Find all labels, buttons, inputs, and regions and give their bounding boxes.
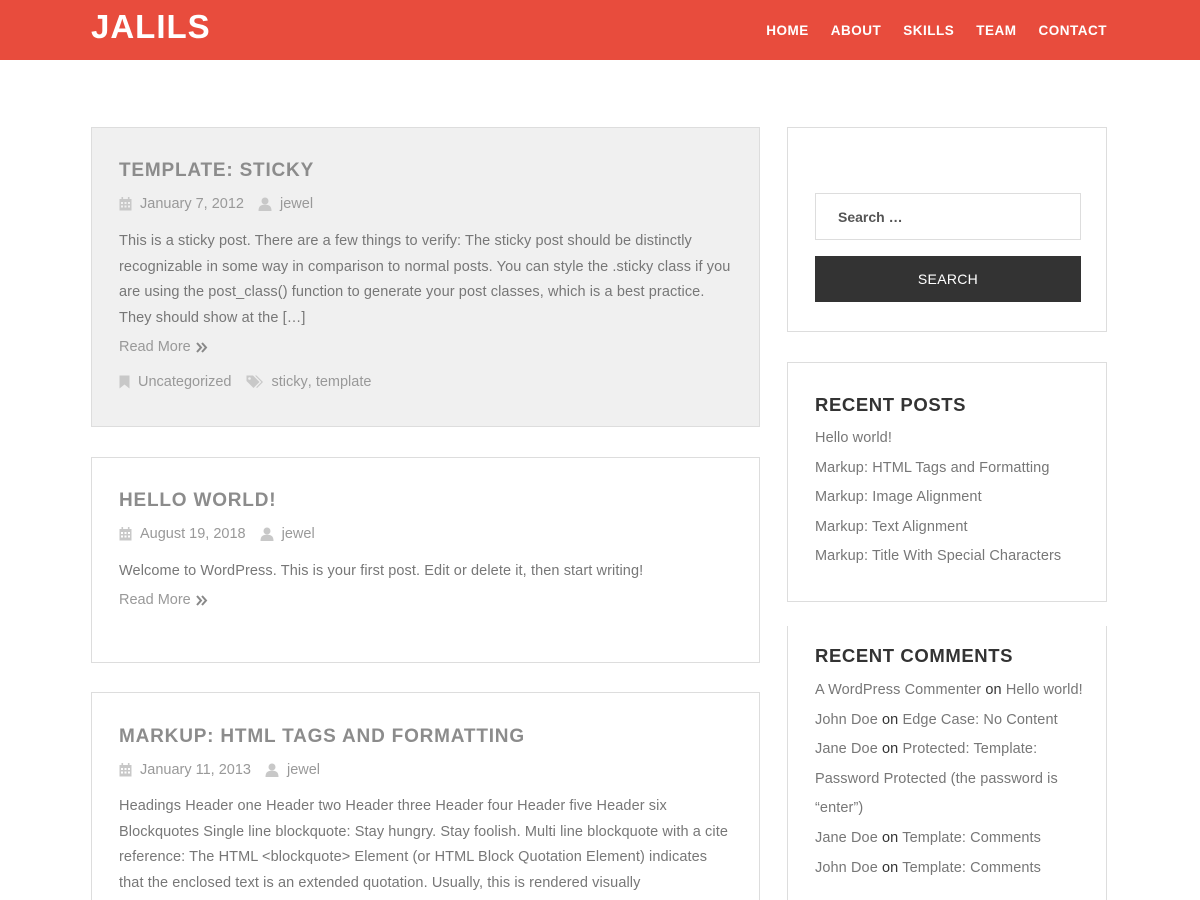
- recent-comment: Jane Doe on Template: Comments: [815, 824, 1085, 854]
- double-chevron-right-icon: [195, 341, 208, 353]
- double-chevron-right-icon: [195, 594, 208, 606]
- widget-title: RECENT POSTS: [815, 394, 967, 415]
- recent-post-link[interactable]: Hello world!: [815, 424, 1085, 454]
- post-card: HELLO WORLD! August 19, 2018 jewel Welco…: [91, 457, 760, 663]
- post-date[interactable]: January 11, 2013: [140, 762, 251, 778]
- calendar-icon: [119, 197, 132, 211]
- post-meta: August 19, 2018 jewel: [119, 526, 315, 542]
- bookmark-icon: [119, 375, 130, 389]
- user-icon: [265, 763, 279, 777]
- comment-post-link[interactable]: Template: Comments: [902, 830, 1041, 846]
- post-date[interactable]: January 7, 2012: [140, 196, 244, 212]
- main-nav: HOME ABOUT SKILLS TEAM CONTACT: [744, 0, 1107, 60]
- comment-author[interactable]: Jane Doe: [815, 741, 878, 757]
- recent-comment: A WordPress Commenter on Hello world!: [815, 676, 1085, 706]
- post-title[interactable]: HELLO WORLD!: [119, 490, 276, 512]
- recent-comment: John Doe on Template: Comments: [815, 854, 1085, 884]
- comment-connector: on: [882, 711, 899, 728]
- comment-connector: on: [882, 741, 899, 758]
- comment-author[interactable]: John Doe: [815, 860, 878, 876]
- nav-contact[interactable]: CONTACT: [1039, 23, 1108, 38]
- nav-team[interactable]: TEAM: [976, 23, 1016, 38]
- calendar-icon: [119, 763, 132, 777]
- read-more-label: Read More: [119, 592, 191, 608]
- comment-connector: on: [882, 859, 899, 876]
- read-more-link[interactable]: Read More: [119, 339, 208, 355]
- comment-author[interactable]: Jane Doe: [815, 830, 878, 846]
- comment-post-link[interactable]: Hello world!: [1006, 682, 1083, 698]
- post-excerpt: Headings Header one Header two Header th…: [119, 798, 728, 891]
- recent-comments-widget: RECENT COMMENTS A WordPress Commenter on…: [787, 626, 1107, 900]
- nav-skills[interactable]: SKILLS: [903, 23, 954, 38]
- comment-author[interactable]: John Doe: [815, 712, 878, 728]
- site-header: JALILS HOME ABOUT SKILLS TEAM CONTACT: [0, 0, 1200, 60]
- post-author[interactable]: jewel: [282, 526, 315, 542]
- widget-title: RECENT COMMENTS: [815, 645, 1014, 666]
- post-taxonomy: Uncategorized sticky, template: [119, 374, 371, 390]
- recent-post-link[interactable]: Markup: Title With Special Characters: [815, 542, 1085, 572]
- post-title[interactable]: MARKUP: HTML TAGS AND FORMATTING: [119, 726, 525, 748]
- post-tag[interactable]: template: [316, 374, 372, 390]
- post-author[interactable]: jewel: [287, 762, 320, 778]
- search-input[interactable]: [815, 193, 1081, 240]
- post-category[interactable]: Uncategorized: [138, 374, 232, 390]
- post-card: MARKUP: HTML TAGS AND FORMATTING January…: [91, 692, 760, 900]
- comment-author[interactable]: A WordPress Commenter: [815, 682, 981, 698]
- recent-comments-list: A WordPress Commenter on Hello world! Jo…: [815, 676, 1085, 883]
- search-widget: SEARCH: [787, 127, 1107, 332]
- user-icon: [258, 197, 272, 211]
- user-icon: [260, 527, 274, 541]
- recent-post-link[interactable]: Markup: Image Alignment: [815, 483, 1085, 513]
- post-title[interactable]: TEMPLATE: STICKY: [119, 160, 314, 182]
- comment-post-link[interactable]: Edge Case: No Content: [903, 712, 1058, 728]
- comment-post-link[interactable]: Template: Comments: [902, 860, 1041, 876]
- comment-connector: on: [882, 829, 899, 846]
- tag-separator: ,: [307, 374, 312, 390]
- post-excerpt: This is a sticky post. There are a few t…: [119, 233, 731, 326]
- recent-posts-list: Hello world! Markup: HTML Tags and Forma…: [815, 424, 1085, 572]
- site-logo[interactable]: JALILS: [91, 8, 211, 46]
- post-card: TEMPLATE: STICKY January 7, 2012 jewel T…: [91, 127, 760, 427]
- post-meta: January 11, 2013 jewel: [119, 762, 320, 778]
- post-date[interactable]: August 19, 2018: [140, 526, 246, 542]
- calendar-icon: [119, 527, 132, 541]
- search-button[interactable]: SEARCH: [815, 256, 1081, 302]
- tags-icon: [246, 375, 264, 389]
- read-more-link[interactable]: Read More: [119, 592, 208, 608]
- read-more-label: Read More: [119, 339, 191, 355]
- post-meta: January 7, 2012 jewel: [119, 196, 313, 212]
- recent-post-link[interactable]: Markup: Text Alignment: [815, 513, 1085, 543]
- recent-posts-widget: RECENT POSTS Hello world! Markup: HTML T…: [787, 362, 1107, 602]
- recent-comment: Jane Doe on Protected: Template: Passwor…: [815, 735, 1085, 824]
- post-excerpt: Welcome to WordPress. This is your first…: [119, 563, 644, 579]
- nav-home[interactable]: HOME: [766, 23, 809, 38]
- post-author[interactable]: jewel: [280, 196, 313, 212]
- nav-about[interactable]: ABOUT: [831, 23, 882, 38]
- post-tag[interactable]: sticky: [272, 374, 308, 390]
- recent-comment: John Doe on Edge Case: No Content: [815, 706, 1085, 736]
- recent-post-link[interactable]: Markup: HTML Tags and Formatting: [815, 454, 1085, 484]
- comment-connector: on: [985, 682, 1002, 698]
